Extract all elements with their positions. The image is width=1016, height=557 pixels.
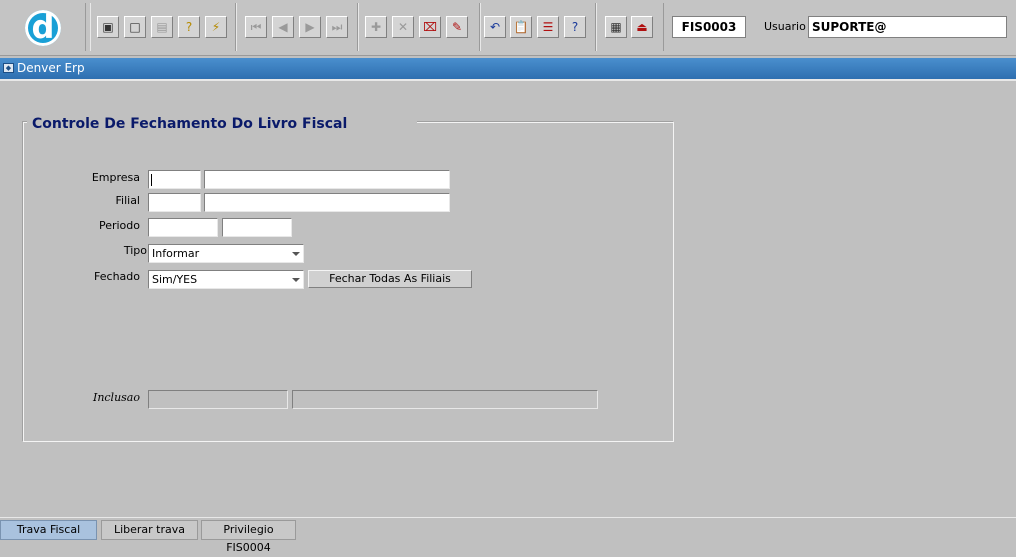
execute-query-icon[interactable]: ⚡ <box>205 16 227 38</box>
menu-icon[interactable]: ▦ <box>605 16 627 38</box>
tab-privilegio-fis0004[interactable]: Privilegio FIS0004 <box>201 520 296 554</box>
periodo-end-field[interactable] <box>222 218 292 237</box>
periodo-start-field[interactable] <box>148 218 218 237</box>
window-icon[interactable]: □ <box>124 16 146 38</box>
filial-name-field[interactable] <box>204 193 450 212</box>
frame-title: Controle De Fechamento Do Livro Fiscal <box>27 116 417 132</box>
help-icon[interactable]: ? <box>564 16 586 38</box>
exit-icon[interactable]: ⏏ <box>631 16 653 38</box>
main-toolbar: d ▣ □ ▤ ? ⚡ ⏮ ◀ ▶ ⏭ ✚ ✕ ⌧ ✎ ↶ 📋 ☰ ? ▦ ⏏ … <box>0 0 1016 56</box>
user-field: SUPORTE@ <box>808 16 1007 38</box>
fechado-select-value: Sim/YES <box>152 273 198 286</box>
tab-trava-fiscal[interactable]: Trava Fiscal <box>0 520 97 540</box>
first-record-icon[interactable]: ⏮ <box>245 16 267 38</box>
user-label: Usuario <box>764 20 806 33</box>
fechado-label: Fechado <box>94 270 140 283</box>
fechar-todas-filiais-button[interactable]: Fechar Todas As Filiais <box>308 270 472 288</box>
filial-code-field[interactable] <box>148 193 201 212</box>
bottom-tab-bar: Trava Fiscal Liberar trava Privilegio FI… <box>0 517 1016 554</box>
periodo-label: Periodo <box>98 219 140 232</box>
tipo-select-value: Informar <box>152 247 200 260</box>
chevron-down-icon <box>292 252 300 256</box>
inclusao-date-field <box>292 390 598 409</box>
toolbar-group-tools: ↶ 📋 ☰ ? <box>480 3 596 51</box>
inclusao-user-field <box>148 390 288 409</box>
empresa-name-field[interactable] <box>204 170 450 189</box>
tab-liberar-trava[interactable]: Liberar trava <box>101 520 198 540</box>
list-values-icon[interactable]: ☰ <box>537 16 559 38</box>
window-menu-icon[interactable]: ◆ <box>3 63 14 73</box>
clipboard-icon[interactable]: 📋 <box>510 16 532 38</box>
toolbar-group-records: ✚ ✕ ⌧ ✎ <box>358 3 480 51</box>
window-title-bar: ◆ Denver Erp <box>0 58 1016 79</box>
toolbar-group-navigation: ⏮ ◀ ▶ ⏭ <box>236 3 358 51</box>
last-record-icon[interactable]: ⏭ <box>326 16 348 38</box>
print-icon[interactable]: ▤ <box>151 16 173 38</box>
filial-label: Filial <box>115 194 141 207</box>
clear-form-icon[interactable]: ⌧ <box>419 16 441 38</box>
inclusao-label: Inclusao <box>92 391 140 404</box>
empresa-code-field[interactable] <box>148 170 201 189</box>
toolbar-group-menu: ▦ ⏏ <box>596 3 664 51</box>
save-icon[interactable]: ▣ <box>97 16 119 38</box>
text-caret <box>151 174 152 186</box>
query-help-icon[interactable]: ? <box>178 16 200 38</box>
empresa-label: Empresa <box>91 171 140 184</box>
fechado-select[interactable]: Sim/YES <box>148 270 304 289</box>
undo-icon[interactable]: ↶ <box>484 16 506 38</box>
denver-logo-icon: d <box>25 10 61 46</box>
window-title: Denver Erp <box>17 61 85 75</box>
edit-icon[interactable]: ✎ <box>446 16 468 38</box>
chevron-down-icon <box>292 278 300 282</box>
program-code-field: FIS0003 <box>672 16 746 38</box>
tipo-label: Tipo <box>123 244 147 257</box>
delete-record-icon[interactable]: ✕ <box>392 16 414 38</box>
insert-record-icon[interactable]: ✚ <box>365 16 387 38</box>
next-record-icon[interactable]: ▶ <box>299 16 321 38</box>
previous-record-icon[interactable]: ◀ <box>272 16 294 38</box>
toolbar-group-file: ▣ □ ▤ ? ⚡ <box>90 3 236 51</box>
logo-area: d <box>3 3 86 51</box>
tipo-select[interactable]: Informar <box>148 244 304 263</box>
